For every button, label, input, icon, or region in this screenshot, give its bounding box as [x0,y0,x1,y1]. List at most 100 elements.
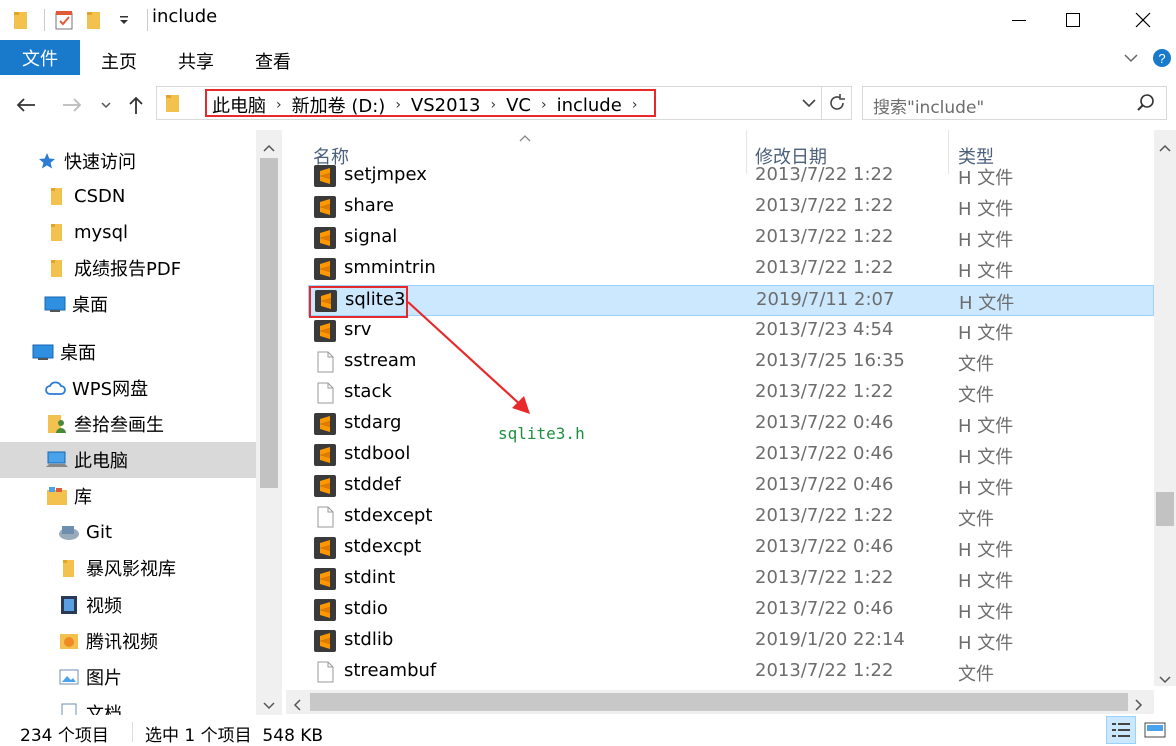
file-row[interactable]: stdexcpt 2013/7/22 0:46 H 文件 [308,533,1154,564]
sidebar-item-mysql[interactable]: mysql [0,214,256,250]
close-button[interactable] [1120,0,1166,40]
maximize-button[interactable] [1050,0,1096,40]
help-icon[interactable]: ? [1152,48,1172,73]
file-name: streambuf [344,660,437,681]
details-view-icon[interactable] [1106,716,1136,744]
scroll-up-icon[interactable] [263,138,275,158]
file-type: H 文件 [958,416,1014,437]
sidebar-item-desktop[interactable]: 桌面 [0,334,256,370]
scrollbar-thumb[interactable] [1156,492,1174,526]
large-icons-view-icon[interactable] [1140,716,1170,744]
sidebar-item-tencent-video[interactable]: 腾讯视频 [0,623,256,659]
sidebar-item-libraries[interactable]: 库 [0,478,256,514]
selected-file-highlight-box [309,286,408,318]
file-name: stddef [344,474,401,495]
file-row[interactable]: share 2013/7/22 1:22 H 文件 [308,192,1154,223]
sidebar-item-user-folder[interactable]: 叁拾叁画生 [0,406,256,442]
sidebar-item-desktop-pinned[interactable]: 桌面 [0,286,256,322]
sidebar-item-pictures[interactable]: 图片 [0,659,256,695]
sidebar-item-label: 桌面 [60,343,96,364]
scroll-down-icon[interactable] [263,696,275,716]
sublime-icon [314,258,336,280]
forward-icon[interactable] [58,90,86,120]
file-type: 文件 [958,664,994,685]
file-tab[interactable]: 文件 [0,40,80,75]
sidebar-item-label: 腾讯视频 [86,632,158,653]
back-icon[interactable] [12,90,40,120]
customize-dropdown-icon[interactable] [111,8,137,32]
address-divider [821,87,822,119]
sidebar-item-videos[interactable]: 视频 [0,587,256,623]
file-row[interactable]: stdint 2013/7/22 1:22 H 文件 [308,564,1154,595]
blank-file-icon [314,382,336,404]
sidebar-item-this-pc[interactable]: 此电脑 [0,442,256,478]
search-placeholder: 搜索"include" [873,98,985,118]
breadcrumb-highlight-box [205,89,656,117]
star-icon [36,150,58,172]
horizontal-scrollbar[interactable] [286,690,1154,714]
minimize-button[interactable] [996,0,1042,40]
search-icon[interactable] [1136,93,1156,118]
file-date: 2013/7/22 1:22 [755,660,894,681]
file-type: H 文件 [958,602,1014,623]
svg-text:?: ? [1158,51,1165,66]
file-row[interactable]: stdio 2013/7/22 0:46 H 文件 [308,595,1154,626]
file-date: 2013/7/22 1:22 [755,257,894,278]
scroll-up-icon[interactable] [1159,138,1171,158]
address-dropdown-icon[interactable] [801,95,817,115]
tab-view[interactable]: 查看 [255,48,291,74]
sidebar-scrollbar[interactable] [256,130,282,715]
file-type: H 文件 [958,447,1014,468]
file-type: H 文件 [958,261,1014,282]
file-type: H 文件 [958,571,1014,592]
scrollbar-thumb[interactable] [260,158,278,488]
sidebar-item-quick-access[interactable]: 快速访问 [0,143,256,179]
up-icon[interactable] [122,90,150,120]
sidebar-item-wps-cloud[interactable]: WPS网盘 [0,370,256,406]
sidebar-item-label: 成绩报告PDF [74,259,182,280]
folder-icon [58,557,80,579]
scroll-right-icon[interactable] [1134,696,1144,716]
file-type: 文件 [958,509,994,530]
sidebar-item-documents[interactable]: 文档 [0,695,256,715]
sublime-icon [314,599,336,621]
file-row[interactable]: stddef 2013/7/22 0:46 H 文件 [308,471,1154,502]
sidebar-item-label: 此电脑 [74,451,128,472]
ribbon-expand-icon[interactable] [1122,48,1140,71]
search-input[interactable]: 搜索"include" [862,86,1167,120]
toolbar-divider [44,9,45,31]
sidebar-item-grade-report-pdf[interactable]: 成绩报告PDF [0,250,256,286]
file-row[interactable]: stdexcept 2013/7/22 1:22 文件 [308,502,1154,533]
sublime-icon [314,568,336,590]
sidebar-item-baofeng-library[interactable]: 暴风影视库 [0,550,256,586]
scrollbar-thumb[interactable] [310,693,1128,711]
tencent-video-icon [58,630,80,652]
file-list-scrollbar[interactable] [1154,130,1176,686]
file-row[interactable]: signal 2013/7/22 1:22 H 文件 [308,223,1154,254]
scroll-left-icon[interactable] [292,696,302,716]
file-name: srv [344,319,372,340]
sidebar-item-label: Git [86,521,113,543]
folder-icon[interactable] [8,8,34,32]
file-name: stack [344,381,392,402]
file-row[interactable]: setjmpex 2013/7/22 1:22 H 文件 [308,161,1154,192]
file-row[interactable]: streambuf 2013/7/22 1:22 文件 [308,657,1154,685]
tab-home[interactable]: 主页 [101,48,137,74]
sidebar-item-git[interactable]: Git [0,514,256,550]
file-row[interactable]: stdlib 2019/1/20 22:14 H 文件 [308,626,1154,657]
refresh-icon[interactable] [827,93,847,118]
sublime-icon [314,227,336,249]
tab-share[interactable]: 共享 [178,48,214,74]
status-bar: 234 个项目 选中 1 个项目 548 KB [0,716,1176,746]
recent-locations-icon[interactable] [92,90,120,120]
properties-icon[interactable] [51,8,77,32]
desktop-icon [44,293,66,315]
new-folder-icon[interactable] [81,8,107,32]
sidebar-item-label: 文档 [86,704,122,715]
file-row[interactable]: stdbool 2013/7/22 0:46 H 文件 [308,440,1154,471]
sidebar-item-csdn[interactable]: CSDN [0,178,256,214]
blank-file-icon [314,506,336,528]
sublime-icon [314,630,336,652]
scroll-down-icon[interactable] [1159,670,1171,690]
file-row[interactable]: smmintrin 2013/7/22 1:22 H 文件 [308,254,1154,285]
